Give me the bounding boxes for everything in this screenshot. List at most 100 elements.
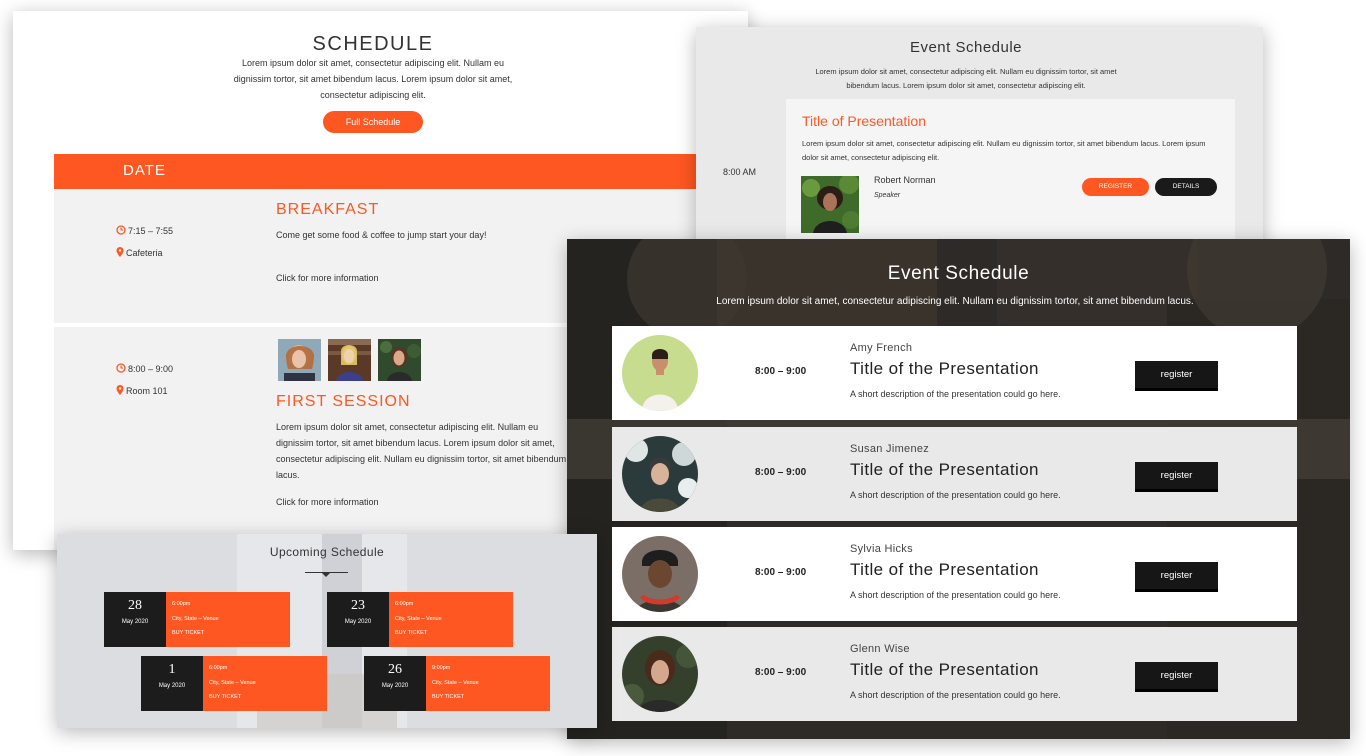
event-title[interactable]: FIRST SESSION — [276, 393, 411, 411]
speaker-name: Glenn Wise — [850, 643, 910, 655]
location-meta: Room 101 — [116, 385, 168, 397]
event-day: 23 — [351, 598, 365, 613]
presentation-row: 8:00 – 9:00 Glenn Wise Title of the Pres… — [612, 627, 1297, 721]
event-location: Cafeteria — [126, 248, 163, 258]
buy-ticket-link[interactable]: BUY TICKET — [209, 694, 241, 700]
presentation-description: A short description of the presentation … — [850, 590, 1061, 600]
upcoming-schedule-title: Upcoming Schedule — [269, 545, 385, 559]
event-info: 6:00pm City, State – Venue BUY TICKET — [166, 592, 290, 647]
event-day: 26 — [388, 662, 402, 677]
presentation-title[interactable]: Title of the Presentation — [850, 560, 1039, 580]
presentation-description: A short description of the presentation … — [850, 490, 1061, 500]
details-button[interactable]: DETAILS — [1155, 178, 1217, 196]
event-time: 6:00pm — [395, 601, 414, 607]
upcoming-event[interactable]: 28 May 2020 6:00pm City, State – Venue B… — [104, 592, 290, 647]
schedule-intro: Lorem ipsum dolor sit amet, consectetur … — [233, 58, 513, 100]
event-date-box: 26 May 2020 — [364, 656, 426, 711]
session-time: 8:00 – 9:00 — [755, 667, 807, 678]
presentation-description: A short description of the presentation … — [850, 389, 1061, 399]
event-venue: City, State – Venue — [395, 616, 442, 622]
event-title[interactable]: BREAKFAST — [276, 201, 379, 219]
speaker-thumbnail[interactable] — [278, 339, 321, 381]
register-button[interactable]: register — [1135, 462, 1218, 489]
event-month: May 2020 — [121, 619, 149, 625]
buy-ticket-link[interactable]: BUY TICKET — [395, 630, 427, 636]
session-time: 8:00 AM — [723, 167, 757, 177]
event-location: Room 101 — [126, 386, 168, 396]
presentation-title[interactable]: Title of the Presentation — [850, 660, 1039, 680]
upcoming-event[interactable]: 26 May 2020 9:00pm City, State – Venue B… — [364, 656, 550, 711]
presentation-row: 8:00 – 9:00 Susan Jimenez Title of the P… — [612, 427, 1297, 521]
buy-ticket-link[interactable]: BUY TICKET — [172, 630, 204, 636]
event-time: 6:00pm — [172, 601, 191, 607]
session-time: 8:00 – 9:00 — [755, 567, 807, 578]
upcoming-schedule-panel: Upcoming Schedule 28 May 2020 6:00pm Cit… — [57, 534, 597, 728]
presentation-card: Title of Presentation Lorem ipsum dolor … — [786, 99, 1235, 248]
event-time: 7:15 – 7:55 — [128, 226, 174, 236]
speaker-avatar — [622, 536, 698, 612]
speaker-role: Speaker — [874, 192, 901, 199]
session-time: 8:00 – 9:00 — [755, 467, 807, 478]
event-schedule-intro: Lorem ipsum dolor sit amet, consectetur … — [716, 296, 1194, 307]
event-description: Lorem ipsum dolor sit amet, consectetur … — [276, 422, 567, 480]
register-button[interactable]: register — [1135, 662, 1218, 689]
event-date-box: 23 May 2020 — [327, 592, 389, 647]
speaker-avatar — [622, 335, 698, 411]
event-day: 1 — [168, 662, 176, 677]
event-month: May 2020 — [344, 619, 372, 625]
presentation-title[interactable]: Title of the Presentation — [850, 460, 1039, 480]
speaker-thumbnail[interactable] — [328, 339, 371, 381]
speaker-name: Sylvia Hicks — [850, 543, 913, 555]
map-pin-icon — [116, 385, 124, 397]
speaker-avatar — [622, 436, 698, 512]
caret-down-icon — [322, 573, 330, 577]
presentation-row: 8:00 – 9:00 Amy French Title of the Pres… — [612, 326, 1297, 420]
clock-icon — [116, 363, 126, 375]
clock-icon — [116, 225, 126, 237]
event-info: 9:00pm City, State – Venue BUY TICKET — [426, 656, 550, 711]
more-info-link[interactable]: Click for more information — [276, 273, 379, 283]
event-info: 6:00pm City, State – Venue BUY TICKET — [389, 592, 513, 647]
upcoming-event[interactable]: 1 May 2020 6:00pm City, State – Venue BU… — [141, 656, 327, 711]
event-description: Come get some food & coffee to jump star… — [276, 230, 487, 240]
time-meta: 8:00 – 9:00 — [116, 363, 173, 375]
event-month: May 2020 — [158, 683, 186, 689]
presentation-title[interactable]: Title of Presentation — [802, 113, 926, 129]
time-meta: 7:15 – 7:55 — [116, 225, 173, 237]
full-schedule-button[interactable]: Full Schedule — [323, 111, 423, 133]
event-date-box: 1 May 2020 — [141, 656, 203, 711]
event-info: 6:00pm City, State – Venue BUY TICKET — [203, 656, 327, 711]
event-schedule-title: Event Schedule — [887, 263, 1030, 284]
event-schedule-title: Event Schedule — [909, 39, 1023, 56]
schedule-title: SCHEDULE — [312, 33, 434, 55]
more-info-link[interactable]: Click for more information — [276, 497, 379, 507]
register-button[interactable]: REGISTER — [1082, 178, 1149, 196]
presentation-row: 8:00 – 9:00 Sylvia Hicks Title of the Pr… — [612, 527, 1297, 621]
event-time: 8:00 – 9:00 — [128, 364, 174, 374]
event-venue: City, State – Venue — [172, 616, 219, 622]
event-day: 28 — [128, 598, 142, 613]
register-button[interactable]: register — [1135, 361, 1218, 388]
presentation-description: Lorem ipsum dolor sit amet, consectetur … — [802, 139, 1206, 162]
buy-ticket-link[interactable]: BUY TICKET — [432, 694, 464, 700]
event-schedule-light-panel: Event Schedule Lorem ipsum dolor sit ame… — [696, 27, 1263, 259]
map-pin-icon — [116, 247, 124, 259]
event-time: 9:00pm — [432, 665, 451, 671]
presentation-description: A short description of the presentation … — [850, 690, 1061, 700]
session-time: 8:00 – 9:00 — [755, 366, 807, 377]
speaker-thumbnail[interactable] — [378, 339, 421, 381]
date-header-bar: DATE — [54, 154, 748, 189]
register-button[interactable]: register — [1135, 562, 1218, 589]
date-header-label: DATE — [123, 162, 166, 179]
speaker-photo — [801, 174, 860, 233]
speaker-name: Robert Norman — [874, 175, 936, 185]
presentation-title[interactable]: Title of the Presentation — [850, 359, 1039, 379]
speaker-avatar — [622, 636, 698, 712]
event-time: 6:00pm — [209, 665, 228, 671]
event-venue: City, State – Venue — [432, 680, 479, 686]
event-date-box: 28 May 2020 — [104, 592, 166, 647]
event-venue: City, State – Venue — [209, 680, 256, 686]
event-schedule-intro: Lorem ipsum dolor sit amet, consectetur … — [815, 67, 1117, 90]
upcoming-event[interactable]: 23 May 2020 6:00pm City, State – Venue B… — [327, 592, 513, 647]
location-meta: Cafeteria — [116, 247, 163, 259]
